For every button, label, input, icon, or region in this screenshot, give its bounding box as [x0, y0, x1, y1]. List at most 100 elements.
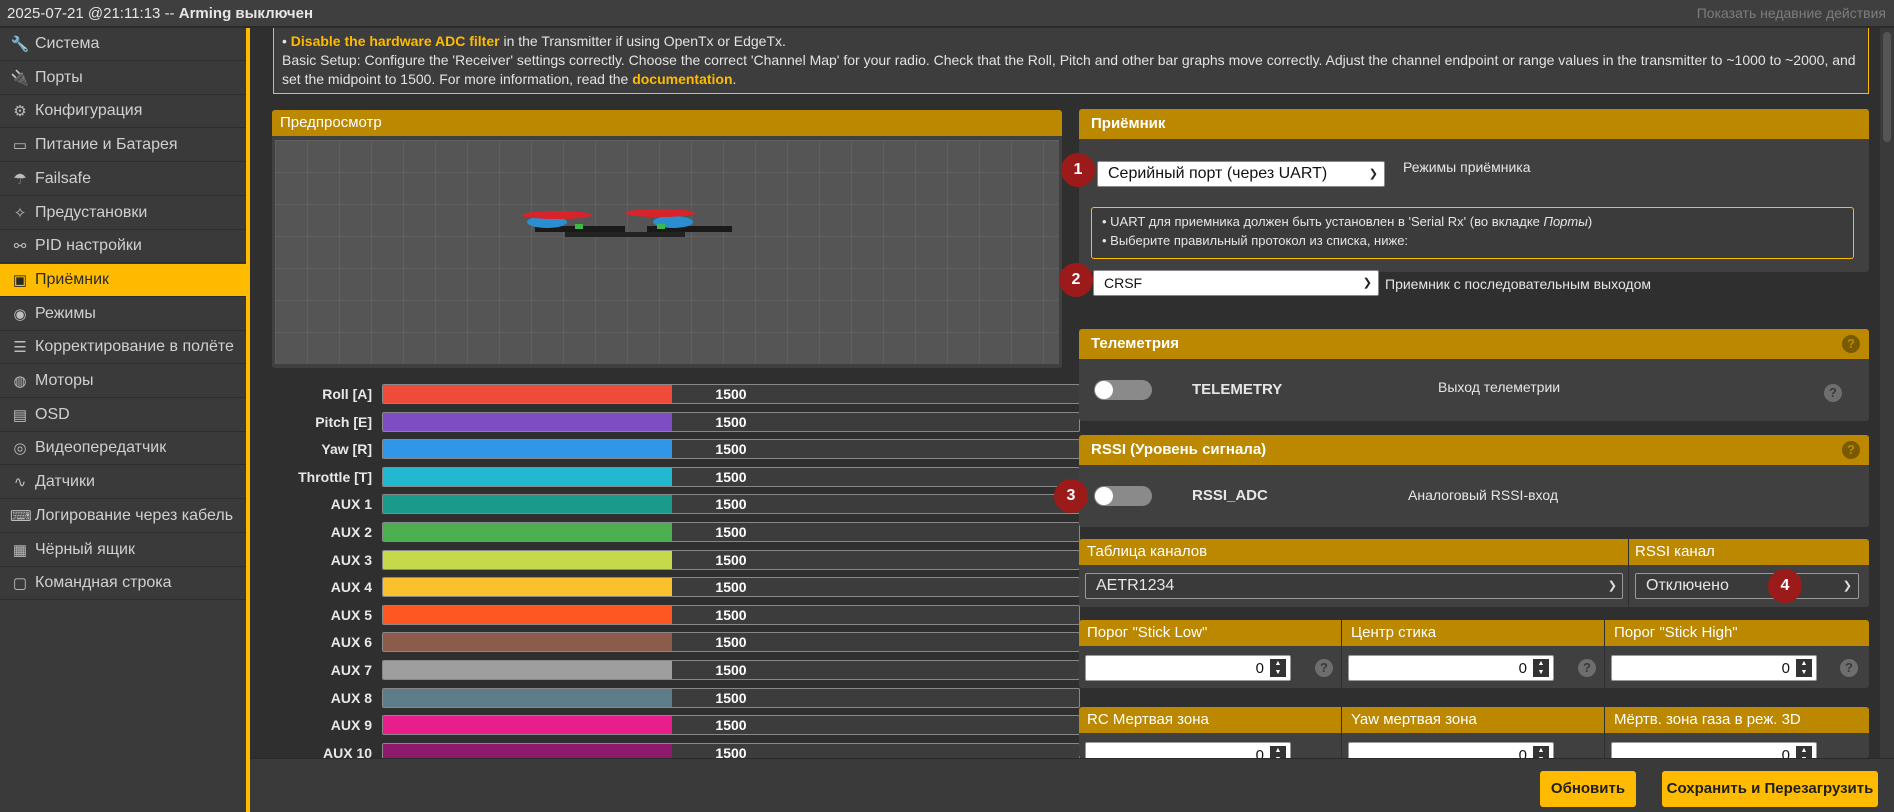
stick-center-input[interactable]: 0 ▲ ▼: [1348, 655, 1554, 681]
channel-name: AUX 1: [330, 496, 372, 513]
preview-title: Предпросмотр: [272, 110, 1062, 136]
help-icon[interactable]: ?: [1578, 659, 1596, 677]
channel-map-panel: Таблица каналов RSSI канал AETR1234 ❯ Отк…: [1079, 539, 1869, 607]
sidebar-item-label: Конфигурация: [35, 102, 143, 120]
yaw-deadband-input[interactable]: 0 ▲▼: [1348, 742, 1554, 758]
help-icon[interactable]: ?: [1842, 441, 1860, 459]
osd-icon: ▤: [12, 406, 28, 424]
sidebar-item[interactable]: ∿ Датчики: [0, 466, 246, 500]
spinner-icon[interactable]: ▲▼: [1270, 659, 1286, 677]
model-preview-canvas[interactable]: [275, 140, 1059, 364]
throttle3d-deadband-input[interactable]: 0 ▲▼: [1611, 742, 1817, 758]
scrollbar-thumb[interactable]: [1883, 32, 1891, 142]
spinner-icon[interactable]: ▲▼: [1533, 746, 1549, 758]
help-icon[interactable]: ?: [1840, 659, 1858, 677]
channel-bar: 1500: [382, 577, 1080, 598]
sidebar-item[interactable]: ◍ Моторы: [0, 365, 246, 398]
toggles-icon: ◉: [13, 305, 27, 323]
stick-high-input[interactable]: 0 ▲ ▼: [1611, 655, 1817, 681]
channel-map-input[interactable]: AETR1234 ❯: [1085, 573, 1623, 599]
main-scrollbar[interactable]: [1880, 28, 1894, 758]
spinner-icon[interactable]: ▲▼: [1270, 746, 1286, 758]
step-badge-4: 4: [1768, 569, 1802, 603]
channel-row: AUX 4 1500: [272, 577, 1082, 598]
channel-row: AUX 6 1500: [272, 632, 1082, 653]
refresh-button[interactable]: Обновить: [1540, 771, 1636, 807]
sidebar: 🔧 Система 🔌 Порты ⚙ Конфигурация ▭ Питание и Ба…: [0, 28, 246, 812]
receiver-mode-select[interactable]: Серийный порт (через UART) ❯: [1097, 161, 1385, 187]
sidebar-item[interactable]: ⚯ PID настройки: [0, 230, 246, 264]
recent-actions-link[interactable]: Показать недавние действия: [1697, 5, 1886, 21]
sidebar-item-label: Корректирование в полёте: [35, 338, 234, 356]
rssi-description: Аналоговый RSSI-вход: [1408, 487, 1559, 503]
sidebar-item[interactable]: ✧ Предустановки: [0, 197, 246, 230]
deadband-panel: RC Мертвая зона Yaw мертвая зона Мёртв. …: [1079, 707, 1869, 758]
channel-name: AUX 8: [330, 689, 372, 706]
adc-filter-link[interactable]: Disable the hardware ADC filter: [291, 33, 500, 49]
sidebar-item[interactable]: ▣ Приёмник: [0, 263, 246, 297]
sidebar-item[interactable]: ◉ Режимы: [0, 298, 246, 331]
channel-bar: 1500: [382, 660, 1080, 680]
sidebar-item[interactable]: ▢ Командная строка: [0, 567, 246, 601]
receiver-mode-label: Режимы приёмника: [1403, 159, 1531, 175]
sidebar-item[interactable]: ▦ Чёрный ящик: [0, 534, 246, 567]
rssi-channel-select[interactable]: Отключено ❯: [1635, 573, 1859, 599]
stick-center-value: 0: [1518, 660, 1527, 677]
pulse-icon: ∿: [13, 474, 27, 492]
spinner-icon[interactable]: ▲▼: [1796, 746, 1812, 758]
channel-bar: 1500: [382, 384, 1080, 404]
sidebar-item[interactable]: ⚙ Конфигурация: [0, 95, 246, 129]
sidebar-item[interactable]: ☂ Failsafe: [0, 163, 246, 196]
stick-center-title: Центр стика: [1351, 624, 1437, 641]
sidebar-item[interactable]: ⌨ Логирование через кабель: [0, 500, 246, 533]
column-divider: [1341, 707, 1342, 758]
sidebar-item[interactable]: ▤ OSD: [0, 399, 246, 432]
note-line-1-text: in the Transmitter if using OpenTx or Ed…: [499, 33, 786, 49]
channel-value: 1500: [715, 744, 747, 758]
help-icon[interactable]: ?: [1824, 384, 1842, 402]
help-icon[interactable]: ?: [1315, 659, 1333, 677]
channel-row: AUX 9 1500: [272, 715, 1082, 736]
channel-row: AUX 8 1500: [272, 687, 1082, 708]
channel-value: 1500: [715, 606, 747, 623]
stick-low-input[interactable]: 0 ▲ ▼: [1085, 655, 1291, 681]
save-reboot-button[interactable]: Сохранить и Перезагрузить: [1662, 771, 1878, 807]
sidebar-item-label: Система: [35, 35, 100, 52]
protocol-select[interactable]: CRSF ❯: [1093, 270, 1379, 296]
note-bullet: •: [282, 33, 291, 49]
channel-name: AUX 6: [330, 634, 372, 651]
sidebar-item[interactable]: ◎ Видеопередатчик: [0, 432, 246, 466]
rssi-title: RSSI (Уровень сигнала): [1079, 435, 1869, 465]
sidebar-item-label: Режимы: [35, 304, 96, 322]
help-icon[interactable]: ?: [1842, 335, 1860, 353]
channel-name: AUX 5: [330, 606, 372, 623]
uart-info-line-2: • Выберите правильный протокол из списка…: [1102, 233, 1409, 248]
telemetry-toggle[interactable]: [1094, 380, 1152, 400]
channel-row: Pitch [E] 1500: [272, 411, 1082, 432]
step-badge-3: 3: [1054, 479, 1088, 513]
window-title: 2025-07-21 @21:11:13 -- Arming выключен: [7, 5, 313, 22]
step-badge-1: 1: [1061, 153, 1095, 187]
sidebar-item[interactable]: ▭ Питание и Батарея: [0, 129, 246, 163]
stick-low-title: Порог "Stick Low": [1087, 624, 1208, 641]
uart-info-box: • UART для приемника должен быть установ…: [1091, 207, 1854, 259]
rc-deadband-input[interactable]: 0 ▲▼: [1085, 742, 1291, 758]
channel-bar: 1500: [382, 632, 1080, 653]
channel-row: Throttle [T] 1500: [272, 466, 1082, 487]
channel-value: 1500: [715, 468, 747, 485]
sidebar-item[interactable]: 🔧 Система: [0, 28, 246, 61]
setup-note: • Disable the hardware ADC filter in the…: [273, 28, 1869, 94]
gear-icon: ⚙: [13, 103, 27, 121]
telemetry-description: Выход телеметрии: [1438, 379, 1561, 395]
spinner-icon[interactable]: ▲▼: [1796, 659, 1812, 677]
wrench-icon: 🔧: [10, 36, 30, 53]
sidebar-item[interactable]: 🔌 Порты: [0, 62, 246, 95]
channel-value: 1500: [715, 689, 747, 706]
documentation-link[interactable]: documentation: [632, 71, 732, 87]
channel-map-header: Таблица каналов RSSI канал: [1079, 539, 1869, 607]
spinner-icon[interactable]: ▲▼: [1533, 659, 1549, 677]
sidebar-item[interactable]: ☰ Корректирование в полёте: [0, 331, 246, 365]
uart-info-close: ): [1587, 214, 1593, 229]
rssi-adc-toggle[interactable]: [1094, 486, 1152, 506]
chevron-down-icon: ❯: [1362, 276, 1372, 289]
